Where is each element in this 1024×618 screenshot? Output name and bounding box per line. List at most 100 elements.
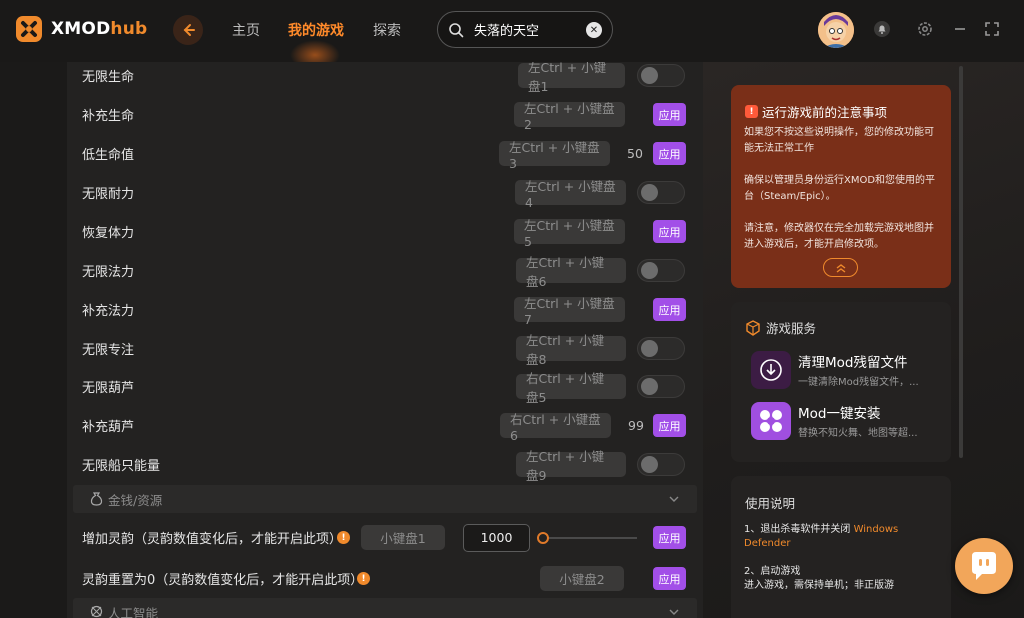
fullscreen-icon[interactable] <box>983 20 1001 38</box>
hotkey-button[interactable]: 左Ctrl + 小键盘8 <box>516 333 626 367</box>
hotkey-button[interactable]: 左Ctrl + 小键盘6 <box>516 255 626 289</box>
nav-explore[interactable]: 探索 <box>373 20 401 40</box>
slider-knob[interactable] <box>537 531 549 544</box>
amount-slider[interactable] <box>537 531 637 544</box>
nav-my-games[interactable]: 我的游戏 <box>288 20 344 40</box>
minimize-icon[interactable] <box>951 20 969 38</box>
settings-gear-icon[interactable] <box>916 20 934 38</box>
money-row: 灵韵重置为0（灵韵数值变化后，才能开启此项） ! 小键盘2 应用 <box>67 559 703 598</box>
info-warning-icon[interactable]: ! <box>357 572 370 585</box>
hotkey-button[interactable]: 左Ctrl + 小键盘7 <box>514 296 625 327</box>
apply-button[interactable]: 应用 <box>653 526 686 549</box>
mod-install-icon <box>751 402 791 440</box>
hotkey-button[interactable]: 左Ctrl + 小键盘2 <box>514 101 625 132</box>
usage-title: 使用说明 <box>745 496 796 511</box>
avatar[interactable] <box>818 12 854 48</box>
cheat-value[interactable]: 99 <box>628 418 644 433</box>
section-title: 金钱/资源 <box>108 492 163 508</box>
apply-button[interactable]: 应用 <box>653 298 686 321</box>
apply-button[interactable]: 应用 <box>653 414 686 437</box>
hotkey-button[interactable]: 左Ctrl + 小键盘5 <box>514 218 625 249</box>
cheat-row: 无限船只能量 左Ctrl + 小键盘9 <box>67 445 703 484</box>
cheat-label: 无限法力 <box>82 265 135 280</box>
info-warning-icon[interactable]: ! <box>337 531 350 544</box>
cheat-row: 补充法力 左Ctrl + 小键盘7 应用 <box>67 290 703 329</box>
apply-button[interactable]: 应用 <box>653 142 686 165</box>
chevron-down-icon <box>669 609 679 615</box>
download-icon <box>751 351 791 389</box>
notification-bell-icon[interactable] <box>873 20 891 38</box>
notice-body: 如果您不按这些说明操作，您的修改功能可能无法正常工作 确保以管理员身份运行XMO… <box>744 125 942 269</box>
hotkey-button[interactable]: 左Ctrl + 小键盘9 <box>516 449 626 483</box>
cheat-label: 补充葫芦 <box>82 420 135 435</box>
amount-input[interactable]: 1000 <box>463 523 530 552</box>
cheat-row: 无限法力 左Ctrl + 小键盘6 <box>67 251 703 290</box>
clear-search-button[interactable]: ✕ <box>586 22 602 38</box>
logo[interactable]: XMODhub <box>14 14 147 44</box>
hotkey-button[interactable]: 小键盘1 <box>361 525 445 550</box>
service-clean-mod[interactable]: 清理Mod残留文件 一键清除Mod残留文件，... <box>751 351 946 391</box>
notice-paragraph: 请注意，修改器仅在完全加载完游戏地图并进入游戏后，才能开启修改项。 <box>744 223 934 250</box>
service-desc: 替换不知火舞、地图等超... <box>798 428 918 439</box>
cheat-list-panel: 无限生命 左Ctrl + 小键盘1 补充生命 左Ctrl + 小键盘2 应用 低… <box>67 62 703 618</box>
nav-home[interactable]: 主页 <box>232 20 260 40</box>
section-title: 人工智能 <box>108 605 159 618</box>
hotkey-button[interactable]: 左Ctrl + 小键盘4 <box>515 179 626 210</box>
hotkey-button[interactable]: 右Ctrl + 小键盘6 <box>500 412 611 443</box>
notice-paragraph: 确保以管理员身份运行XMOD和您使用的平台（Steam/Epic）。 <box>744 175 936 202</box>
service-desc: 一键清除Mod残留文件，... <box>798 377 919 388</box>
search-input[interactable] <box>474 22 584 37</box>
top-bar: XMODhub 主页 我的游戏 探索 ✕ <box>0 0 1024 62</box>
services-title: 游戏服务 <box>745 318 816 337</box>
logo-text: XMODhub <box>51 19 148 39</box>
alert-icon: ! <box>745 105 758 118</box>
search-icon <box>449 22 464 37</box>
cheat-row: 低生命值 左Ctrl + 小键盘3 50 应用 <box>67 134 703 173</box>
arrow-left-icon <box>183 24 195 36</box>
notice-title: ! 运行游戏前的注意事项 <box>745 102 887 121</box>
chat-bubble-icon <box>972 552 996 580</box>
apply-button[interactable]: 应用 <box>653 220 686 243</box>
cheat-row: 恢复体力 左Ctrl + 小键盘5 应用 <box>67 212 703 251</box>
double-chevron-up-icon <box>836 263 845 273</box>
service-mod-install[interactable]: Mod一键安装 替换不知火舞、地图等超... <box>751 402 946 442</box>
apply-button[interactable]: 应用 <box>653 103 686 126</box>
collapse-button[interactable] <box>823 258 858 277</box>
hotkey-button[interactable]: 右Ctrl + 小键盘5 <box>516 371 626 405</box>
cheat-label: 补充法力 <box>82 304 135 319</box>
avatar-image-icon <box>818 12 854 48</box>
cheat-toggle[interactable] <box>637 453 685 476</box>
xmod-logo-icon <box>16 16 42 42</box>
game-services-card: 游戏服务 清理Mod残留文件 一键清除Mod残留文件，... Mod一键安装 替… <box>731 302 951 462</box>
back-button[interactable] <box>173 15 203 45</box>
money-row: 增加灵韵（灵韵数值变化后，才能开启此项） ! 小键盘1 1000 应用 <box>67 518 703 557</box>
right-scrollbar[interactable] <box>959 66 963 458</box>
cheat-label: 恢复体力 <box>82 226 135 241</box>
hotkey-button[interactable]: 小键盘2 <box>540 566 624 591</box>
cheat-label: 无限专注 <box>82 343 135 358</box>
cheat-label: 无限葫芦 <box>82 381 135 396</box>
apply-button[interactable]: 应用 <box>653 567 686 590</box>
hotkey-button[interactable]: 左Ctrl + 小键盘3 <box>499 140 610 171</box>
chevron-down-icon <box>669 496 679 502</box>
section-money-header[interactable]: 金钱/资源 <box>73 485 697 513</box>
chat-assistant-button[interactable] <box>955 538 1013 594</box>
usage-card: 使用说明 1、退出杀毒软件并关闭 Windows Defender 2、启动游戏… <box>731 476 951 618</box>
hotkey-button[interactable]: 左Ctrl + 小键盘1 <box>518 62 625 94</box>
cheat-toggle[interactable] <box>637 375 685 398</box>
cheat-toggle[interactable] <box>637 337 685 360</box>
usage-step-2-body: 进入游戏，需保持单机；非正版游 <box>744 580 894 591</box>
cheat-row: 补充葫芦 右Ctrl + 小键盘6 99 应用 <box>67 406 703 445</box>
money-label: 灵韵重置为0（灵韵数值变化后，才能开启此项） <box>82 573 364 588</box>
usage-step-1: 1、退出杀毒软件并关闭 Windows Defender <box>744 524 899 549</box>
cheat-label: 无限船只能量 <box>82 459 161 474</box>
cheat-value[interactable]: 50 <box>627 146 643 161</box>
cheat-toggle[interactable] <box>637 181 685 204</box>
cheat-row: 补充生命 左Ctrl + 小键盘2 应用 <box>67 95 703 134</box>
ai-brain-icon <box>90 605 103 618</box>
search-bar: ✕ <box>437 11 613 48</box>
cheat-toggle[interactable] <box>637 64 685 87</box>
section-ai-header[interactable]: 人工智能 <box>73 598 697 618</box>
usage-body: 1、退出杀毒软件并关闭 Windows Defender 2、启动游戏 进入游戏… <box>744 523 944 593</box>
cheat-toggle[interactable] <box>637 259 685 282</box>
